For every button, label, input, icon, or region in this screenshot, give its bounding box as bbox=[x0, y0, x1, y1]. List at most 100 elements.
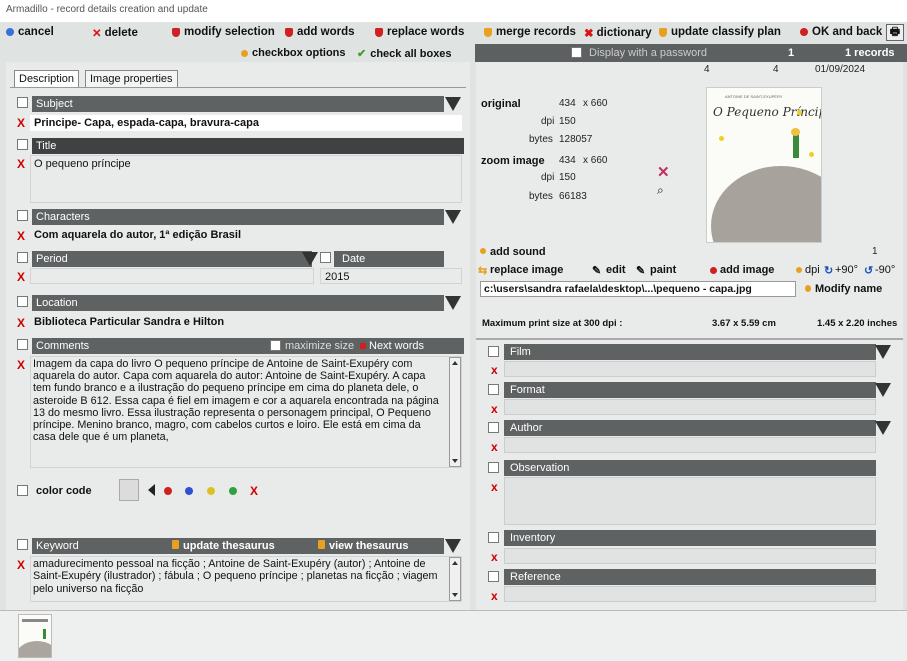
comments-field[interactable]: Imagem da capa do livro O pequeno prínci… bbox=[30, 356, 462, 468]
update-classify-plan-button[interactable]: update classify plan bbox=[659, 26, 781, 38]
print-button[interactable]: 🖶 bbox=[886, 24, 904, 41]
location-dropdown-icon[interactable] bbox=[445, 296, 461, 310]
clear-format-icon[interactable]: x bbox=[491, 402, 498, 416]
characters-dropdown-icon[interactable] bbox=[445, 210, 461, 224]
clear-observation-icon[interactable]: x bbox=[491, 480, 498, 494]
red-color-dot-icon[interactable] bbox=[164, 487, 172, 495]
planet-shape bbox=[711, 166, 821, 242]
thumb-prince bbox=[43, 629, 46, 639]
subject-dropdown-icon[interactable] bbox=[445, 97, 461, 111]
keyword-dropdown-icon[interactable] bbox=[445, 539, 461, 553]
check-all-boxes-button[interactable]: ✔ check all boxes bbox=[357, 47, 452, 61]
reference-field[interactable] bbox=[504, 586, 876, 602]
cancel-button[interactable]: cancel bbox=[6, 26, 54, 38]
clear-subject-icon[interactable]: X bbox=[17, 116, 25, 130]
subject-field[interactable]: Principe- Capa, espada-capa, bravura-cap… bbox=[30, 115, 462, 131]
clear-inventory-icon[interactable]: x bbox=[491, 550, 498, 564]
prince-hair bbox=[791, 128, 800, 136]
color-code-checkbox[interactable] bbox=[17, 485, 28, 496]
author-label: Author bbox=[504, 420, 876, 436]
blue-color-dot-icon[interactable] bbox=[185, 487, 193, 495]
password-checkbox[interactable] bbox=[571, 47, 582, 58]
tab-description[interactable]: Description bbox=[14, 70, 80, 88]
cover-image[interactable]: ANTOINE DE SAINT-EXUPÉRY O Pequeno Prínc… bbox=[706, 87, 822, 243]
period-field[interactable] bbox=[30, 268, 314, 284]
maximize-size-checkbox[interactable] bbox=[270, 340, 281, 351]
magnifier-icon[interactable]: ⌕ bbox=[657, 183, 664, 198]
update-thesaurus-button[interactable]: update thesaurus bbox=[183, 540, 275, 552]
paint-button[interactable]: paint bbox=[650, 264, 676, 276]
clear-film-icon[interactable]: x bbox=[491, 363, 498, 377]
keyword-field[interactable]: amadurecimento pessoal na ficção ; Antoi… bbox=[30, 556, 462, 602]
clear-location-icon[interactable]: X bbox=[17, 316, 25, 330]
period-dropdown-icon[interactable] bbox=[302, 252, 318, 266]
inventory-field[interactable] bbox=[504, 548, 876, 564]
film-checkbox[interactable] bbox=[488, 346, 499, 357]
date-checkbox[interactable] bbox=[320, 252, 331, 263]
title-checkbox[interactable] bbox=[17, 139, 28, 150]
observation-checkbox[interactable] bbox=[488, 462, 499, 473]
thumbnail-image[interactable] bbox=[18, 614, 52, 658]
replace-image-button[interactable]: replace image bbox=[490, 264, 563, 276]
format-checkbox[interactable] bbox=[488, 384, 499, 395]
clear-period-icon[interactable]: X bbox=[17, 270, 25, 284]
clear-color-icon[interactable]: X bbox=[250, 484, 258, 498]
green-color-dot-icon[interactable] bbox=[229, 487, 237, 495]
clear-characters-icon[interactable]: X bbox=[17, 229, 25, 243]
clear-author-icon[interactable]: x bbox=[491, 440, 498, 454]
film-dropdown-icon[interactable] bbox=[875, 345, 891, 359]
period-checkbox[interactable] bbox=[17, 252, 28, 263]
date-field[interactable]: 2015 bbox=[320, 268, 462, 284]
modify-selection-button[interactable]: modify selection bbox=[172, 26, 275, 38]
yellow-color-dot-icon[interactable] bbox=[207, 487, 215, 495]
delete-image-icon[interactable]: ✕ bbox=[657, 163, 670, 181]
keyword-checkbox[interactable] bbox=[17, 539, 28, 550]
color-swatch[interactable] bbox=[119, 479, 139, 501]
location-checkbox[interactable] bbox=[17, 296, 28, 307]
checkbox-options-button[interactable]: checkbox options bbox=[241, 47, 346, 59]
format-field[interactable] bbox=[504, 399, 876, 415]
clear-reference-icon[interactable]: x bbox=[491, 589, 498, 603]
edit-button[interactable]: edit bbox=[606, 264, 626, 276]
dpi-button[interactable]: dpi bbox=[805, 264, 820, 276]
modify-name-button[interactable]: Modify name bbox=[815, 283, 882, 295]
rotate-cw-icon[interactable]: ↻ bbox=[824, 264, 833, 277]
add-sound-button[interactable]: add sound bbox=[490, 246, 546, 258]
author-field[interactable] bbox=[504, 437, 876, 453]
delete-button[interactable]: ✕ delete bbox=[92, 26, 138, 40]
ok-and-back-button[interactable]: OK and back bbox=[800, 26, 882, 38]
image-path-field[interactable]: c:\users\sandra rafaela\desktop\...\pequ… bbox=[480, 281, 796, 297]
checkbox-toolbar: checkbox options ✔ check all boxes bbox=[0, 44, 475, 62]
dictionary-button[interactable]: ✖ dictionary bbox=[584, 26, 652, 40]
comments-checkbox[interactable] bbox=[17, 339, 28, 350]
inventory-checkbox[interactable] bbox=[488, 532, 499, 543]
title-label: Title bbox=[32, 138, 464, 154]
film-label: Film bbox=[504, 344, 876, 360]
add-image-button[interactable]: add image bbox=[720, 264, 774, 276]
clear-title-icon[interactable]: X bbox=[17, 157, 25, 171]
next-words-button[interactable]: Next words bbox=[369, 340, 424, 352]
format-dropdown-icon[interactable] bbox=[875, 383, 891, 397]
observation-field[interactable] bbox=[504, 477, 876, 525]
arrow-left-icon[interactable] bbox=[148, 484, 155, 496]
comments-scrollbar[interactable] bbox=[449, 357, 461, 467]
merge-records-button[interactable]: merge records bbox=[484, 26, 576, 38]
reference-checkbox[interactable] bbox=[488, 571, 499, 582]
author-dropdown-icon[interactable] bbox=[875, 421, 891, 435]
add-words-button[interactable]: add words bbox=[285, 26, 355, 38]
view-thesaurus-button[interactable]: view thesaurus bbox=[329, 540, 408, 552]
keyword-scrollbar[interactable] bbox=[449, 557, 461, 601]
tab-image-properties[interactable]: Image properties bbox=[85, 70, 178, 88]
shield-icon bbox=[285, 27, 293, 37]
rotate-ccw-icon[interactable]: ↺ bbox=[864, 264, 873, 277]
characters-field[interactable]: Com aquarela do autor, 1ª edição Brasil bbox=[30, 227, 462, 243]
clear-comments-icon[interactable]: X bbox=[17, 358, 25, 372]
characters-checkbox[interactable] bbox=[17, 210, 28, 221]
title-field[interactable]: O pequeno príncipe bbox=[30, 155, 462, 203]
film-field[interactable] bbox=[504, 361, 876, 377]
author-checkbox[interactable] bbox=[488, 422, 499, 433]
location-field[interactable]: Biblioteca Particular Sandra e Hilton bbox=[30, 314, 462, 330]
subject-checkbox[interactable] bbox=[17, 97, 28, 108]
clear-keyword-icon[interactable]: X bbox=[17, 558, 25, 572]
replace-words-button[interactable]: replace words bbox=[375, 26, 464, 38]
